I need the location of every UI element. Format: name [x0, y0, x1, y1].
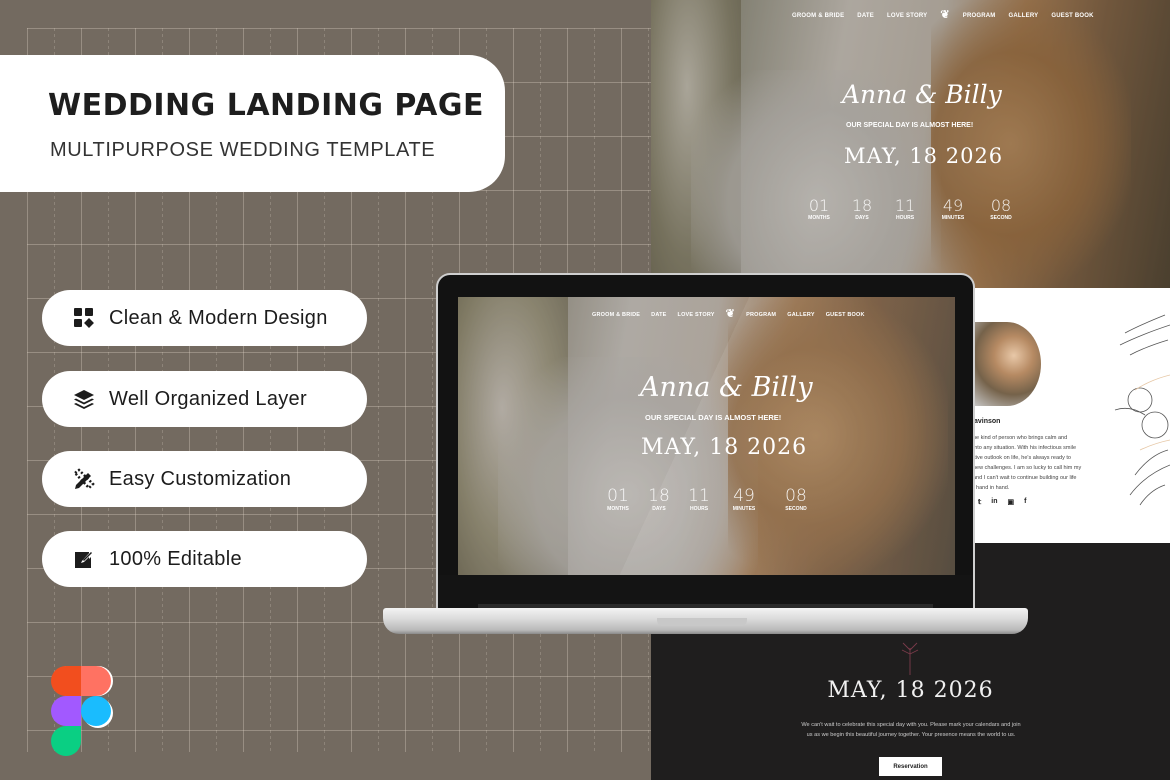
- edit-icon: [72, 547, 96, 571]
- flower-icon: [901, 642, 919, 675]
- nav-date[interactable]: DATE: [857, 13, 874, 19]
- feature-pill: Well Organized Layer: [42, 371, 367, 427]
- save-the-date-text: We can't wait to celebrate this special …: [801, 722, 1021, 738]
- nav-date[interactable]: DATE: [651, 312, 666, 318]
- layers-icon: [72, 387, 96, 411]
- couple-names: Anna & Billy: [640, 372, 813, 403]
- groom-bride-photo: [973, 322, 1041, 406]
- nav-groom-bride[interactable]: GROOM & BRIDE: [792, 13, 844, 19]
- feature-label: Easy Customization: [109, 467, 292, 490]
- nav-gallery[interactable]: GALLERY: [1008, 13, 1038, 19]
- design-tools-icon: [72, 467, 96, 491]
- couple-names: Anna & Billy: [842, 80, 1002, 109]
- groom-bio: he kind of person who brings calm and in…: [973, 435, 1082, 491]
- feature-pill: 100% Editable: [42, 531, 367, 587]
- figma-logo-icon: [51, 666, 113, 756]
- nav-guest-book[interactable]: GUEST BOOK: [1051, 13, 1093, 19]
- groom-name: avinson: [974, 418, 1001, 425]
- tulip-icon[interactable]: ❦: [940, 10, 949, 21]
- laptop-notch: [657, 618, 747, 626]
- save-the-date-title: MAY, 18 2026: [827, 678, 994, 703]
- nav-groom-bride[interactable]: GROOM & BRIDE: [592, 312, 640, 318]
- reservation-button[interactable]: Reservation: [879, 757, 942, 776]
- hero-tagline: OUR SPECIAL DAY IS ALMOST HERE!: [846, 122, 974, 129]
- page-subtitle: MULTIPURPOSE WEDDING TEMPLATE: [50, 139, 436, 161]
- linkedin-icon[interactable]: in: [991, 498, 997, 506]
- nav-guest-book[interactable]: GUEST BOOK: [826, 312, 865, 318]
- nav-gallery[interactable]: GALLERY: [787, 312, 814, 318]
- hero-date: MAY, 18 2026: [844, 144, 1004, 168]
- title-card: [0, 55, 505, 192]
- social-links: 𝕥 in ▣ f: [978, 498, 1026, 506]
- feature-label: Clean & Modern Design: [109, 306, 328, 329]
- floral-illustration-icon: [1114, 314, 1170, 506]
- countdown: 01 MONTHS 18 DAYS 11 HOURS 49 MINUTES 08 SECO…: [808, 196, 1012, 221]
- nav-love-story[interactable]: LOVE STORY: [887, 13, 927, 19]
- page-title: WEDDING LANDING PAGE: [48, 88, 484, 123]
- widgets-icon: [72, 306, 96, 330]
- laptop-site-nav: GROOM & BRIDE DATE LOVE STORY ❦ PROGRAM …: [592, 309, 865, 320]
- feature-label: Well Organized Layer: [109, 387, 307, 410]
- nav-love-story[interactable]: LOVE STORY: [678, 312, 715, 318]
- hero-date: MAY, 18 2026: [641, 435, 808, 460]
- tulip-icon[interactable]: ❦: [726, 309, 735, 320]
- nav-program[interactable]: PROGRAM: [963, 13, 996, 19]
- feature-pill: Clean & Modern Design: [42, 290, 367, 346]
- hero-tagline: OUR SPECIAL DAY IS ALMOST HERE!: [645, 413, 782, 422]
- youtube-icon[interactable]: ▣: [1008, 498, 1015, 506]
- feature-label: 100% Editable: [109, 547, 242, 570]
- countdown: 01 MONTHS 18 DAYS 11 HOURS 49 MINUTES 08 SECO…: [607, 486, 807, 512]
- feature-pill: Easy Customization: [42, 451, 367, 507]
- nav-program[interactable]: PROGRAM: [746, 312, 776, 318]
- facebook-icon[interactable]: f: [1024, 498, 1026, 506]
- site-nav: GROOM & BRIDE DATE LOVE STORY ❦ PROGRAM …: [792, 10, 1094, 21]
- twitter-icon[interactable]: 𝕥: [978, 498, 981, 506]
